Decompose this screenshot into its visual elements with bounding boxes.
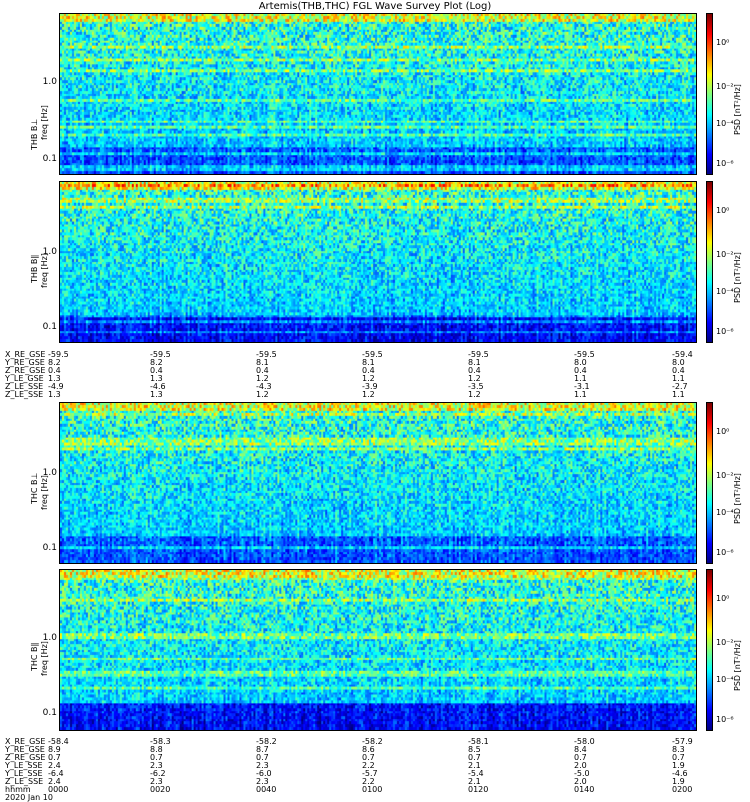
- ephem-value: 0100: [362, 785, 383, 794]
- spectrogram-thc-bperp: [59, 402, 697, 564]
- spectrogram-thb-bperp: [59, 13, 697, 175]
- cbar-label-4: PSD [nT²/Hz]: [733, 640, 742, 691]
- colorbar-gradient: [707, 182, 712, 342]
- spectrogram-panel-thc-bperp: [59, 402, 697, 564]
- ephem-value: 1.3: [48, 390, 61, 399]
- cbar-tick-p2-2: 10⁻⁴: [716, 287, 734, 296]
- cbar-label-2: PSD [nT²/Hz]: [733, 252, 742, 303]
- colorbar-1: [706, 13, 713, 175]
- cbar-tick-p1-3: 10⁻⁶: [716, 159, 734, 168]
- cbar-tick-p4-1: 10⁻²: [716, 638, 734, 647]
- colorbar-gradient: [707, 570, 712, 730]
- cbar-tick-p4-3: 10⁻⁶: [716, 715, 734, 724]
- ylabel-thb-bpar: THB B∥: [30, 254, 39, 283]
- cbar-tick-p3-2: 10⁻⁴: [716, 508, 734, 517]
- cbar-label-3: PSD [nT²/Hz]: [733, 473, 742, 524]
- ephem-value: 0020: [150, 785, 171, 794]
- spectrogram-panel-thb-bpar: [59, 181, 697, 343]
- spectrogram-thb-bpar: [59, 181, 697, 343]
- spectrogram-panel-thc-bpar: [59, 569, 697, 731]
- colorbar-2: [706, 181, 713, 343]
- ephem-value: 1.3: [150, 390, 163, 399]
- colorbar-3: [706, 402, 713, 564]
- ephem-label: 2020 Jan 10: [5, 793, 53, 802]
- cbar-tick-p1-0: 10⁰: [716, 38, 730, 47]
- ylabel-freq-4: freq [Hz]: [40, 641, 49, 676]
- ylabel-thc-bpar: THC B∥: [30, 642, 39, 671]
- ylabel-freq-2: freq [Hz]: [40, 253, 49, 288]
- spectrogram-thc-bpar: [59, 569, 697, 731]
- ytick-0-1-p2: 0.1: [42, 322, 57, 332]
- ephem-value: 0140: [574, 785, 595, 794]
- cbar-tick-p3-0: 10⁰: [716, 427, 730, 436]
- cbar-tick-p4-0: 10⁰: [716, 594, 730, 603]
- ephem-value: 1.1: [672, 390, 685, 399]
- ylabel-freq-1: freq [Hz]: [40, 105, 49, 140]
- ephem-value: 0040: [256, 785, 277, 794]
- ephem-value: 0000: [48, 785, 69, 794]
- colorbar-4: [706, 569, 713, 731]
- colorbar-gradient: [707, 14, 712, 174]
- ephem-value: 0200: [672, 785, 693, 794]
- ytick-1-0-p3: 1.0: [42, 468, 57, 478]
- cbar-tick-p1-2: 10⁻⁴: [716, 119, 734, 128]
- cbar-label-1: PSD [nT²/Hz]: [733, 84, 742, 135]
- plot-title: Artemis(THB,THC) FGL Wave Survey Plot (L…: [258, 1, 492, 12]
- ytick-0-1-p1: 0.1: [42, 154, 57, 164]
- ephem-label: Z_LE_SSE: [5, 390, 44, 399]
- cbar-tick-p2-3: 10⁻⁶: [716, 327, 734, 336]
- cbar-tick-p2-1: 10⁻²: [716, 250, 734, 259]
- cbar-tick-p3-3: 10⁻⁶: [716, 548, 734, 557]
- cbar-tick-p2-0: 10⁰: [716, 206, 730, 215]
- ytick-1-0-p2: 1.0: [42, 247, 57, 257]
- ylabel-freq-3: freq [Hz]: [40, 475, 49, 510]
- ytick-0-1-p4: 0.1: [42, 708, 57, 718]
- ephem-value: 0120: [468, 785, 489, 794]
- cbar-tick-p3-1: 10⁻²: [716, 471, 734, 480]
- ephem-value: 1.2: [256, 390, 269, 399]
- ytick-0-1-p3: 0.1: [42, 543, 57, 553]
- spectrogram-panel-thb-bperp: [59, 13, 697, 175]
- ephem-value: 1.2: [468, 390, 481, 399]
- ylabel-thb-bperp: THB B⊥: [30, 118, 39, 150]
- colorbar-gradient: [707, 403, 712, 563]
- cbar-tick-p4-2: 10⁻⁴: [716, 675, 734, 684]
- ephem-value: 1.1: [574, 390, 587, 399]
- ephem-value: 1.2: [362, 390, 375, 399]
- cbar-tick-p1-1: 10⁻²: [716, 82, 734, 91]
- ytick-1-0-p1: 1.0: [42, 77, 57, 87]
- ytick-1-0-p4: 1.0: [42, 633, 57, 643]
